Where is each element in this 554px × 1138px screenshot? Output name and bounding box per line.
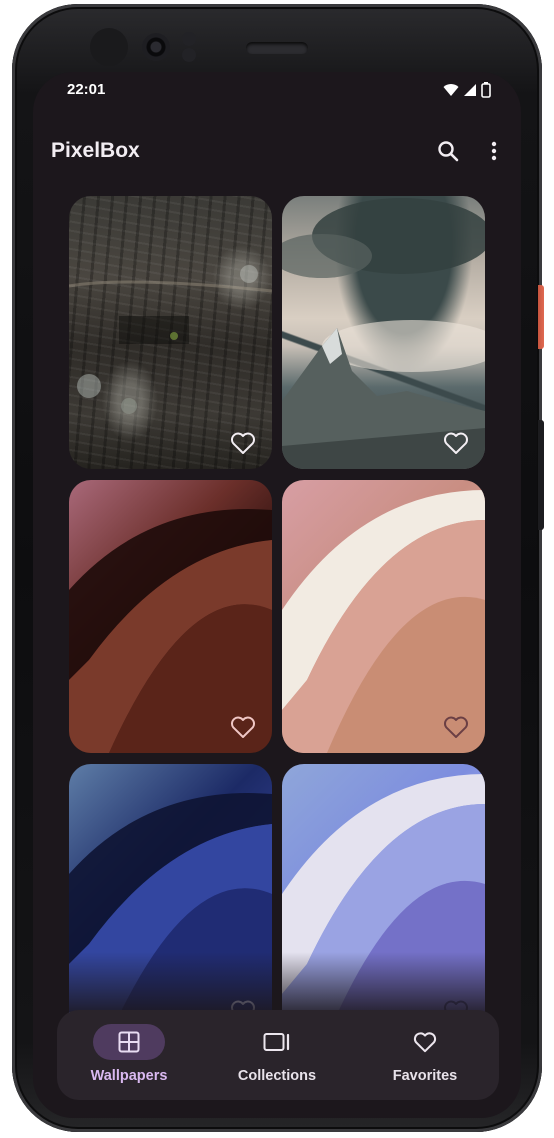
favorite-heart-icon[interactable] xyxy=(443,431,469,455)
nav-icon-container xyxy=(389,1024,461,1060)
volume-button xyxy=(538,420,544,530)
scroll-fade xyxy=(33,952,521,1012)
nav-item-favorites[interactable]: Favorites xyxy=(355,1010,495,1100)
wifi-icon xyxy=(443,84,459,96)
power-button xyxy=(538,285,544,349)
nav-label-favorites: Favorites xyxy=(392,1068,458,1084)
device-mockup: 22:01 PixelBox Wallpapers Collections Fa… xyxy=(0,0,554,1138)
light-sensor xyxy=(182,48,196,62)
front-camera xyxy=(142,33,170,61)
wallpaper-tile[interactable] xyxy=(69,480,272,753)
wallpaper-image xyxy=(69,509,272,753)
heart-icon xyxy=(413,1032,437,1053)
wallpaper-tile[interactable] xyxy=(282,196,485,469)
proximity-sensor xyxy=(182,32,196,46)
app-title: PixelBox xyxy=(51,139,140,162)
status-time: 22:01 xyxy=(67,81,106,98)
cellular-icon xyxy=(464,84,476,96)
nav-label-collections: Collections xyxy=(237,1068,317,1084)
earpiece-speaker xyxy=(246,42,308,54)
favorite-heart-icon[interactable] xyxy=(230,431,256,455)
collections-icon xyxy=(263,1033,290,1051)
overflow-menu-button[interactable] xyxy=(481,136,507,166)
grid-icon xyxy=(118,1031,140,1053)
nav-active-indicator xyxy=(93,1024,165,1060)
search-button[interactable] xyxy=(433,136,463,166)
status-icons xyxy=(443,82,491,98)
nav-label-wallpapers: Wallpapers xyxy=(90,1068,168,1084)
wallpaper-tile[interactable] xyxy=(282,480,485,753)
top-app-bar: PixelBox xyxy=(33,122,521,178)
status-bar: 22:01 xyxy=(33,72,521,108)
app-screen: 22:01 PixelBox Wallpapers Collections Fa… xyxy=(33,72,521,1118)
wallpaper-image xyxy=(282,490,485,753)
search-icon xyxy=(438,141,459,162)
wallpaper-image xyxy=(282,198,485,469)
more-vert-icon xyxy=(491,141,497,161)
bottom-navigation-bar: Wallpapers Collections Favorites xyxy=(57,1010,499,1100)
favorite-heart-icon[interactable] xyxy=(230,715,256,739)
nav-item-collections[interactable]: Collections xyxy=(207,1010,347,1100)
battery-icon xyxy=(481,82,491,98)
camera-housing xyxy=(90,28,128,66)
nav-icon-container xyxy=(241,1024,313,1060)
nav-item-wallpapers[interactable]: Wallpapers xyxy=(59,1010,199,1100)
wallpaper-tile[interactable] xyxy=(69,196,272,469)
wallpaper-image xyxy=(69,265,272,414)
favorite-heart-icon[interactable] xyxy=(443,715,469,739)
